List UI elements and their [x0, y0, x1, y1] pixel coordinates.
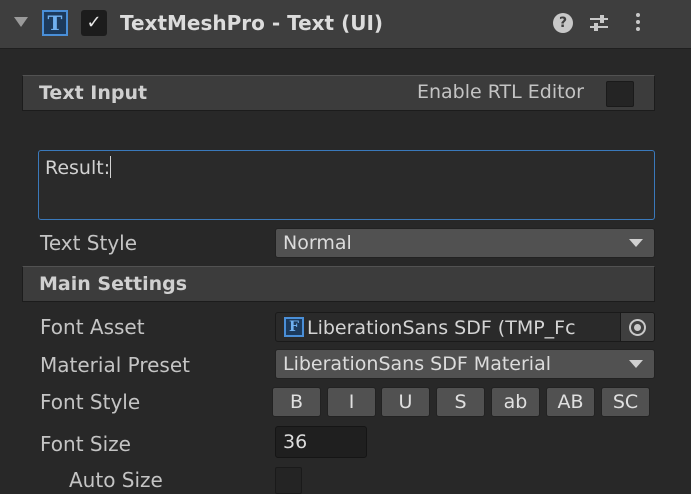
- font-style-uppercase-button[interactable]: AB: [546, 387, 595, 417]
- font-style-underline-button[interactable]: U: [381, 387, 430, 417]
- font-asset-field[interactable]: F LiberationSans SDF (TMP_Fc: [275, 312, 655, 342]
- text-style-value: Normal: [283, 232, 352, 254]
- font-asset-value: LiberationSans SDF (TMP_Fc: [307, 317, 576, 339]
- text-input-value: Result:: [45, 157, 111, 179]
- kebab-menu-icon[interactable]: [633, 11, 643, 35]
- help-icon[interactable]: ?: [553, 13, 573, 33]
- font-asset-label: Font Asset: [40, 315, 145, 339]
- font-style-buttons: B I U S ab AB SC: [272, 387, 656, 417]
- component-enabled-checkbox[interactable]: ✓: [81, 10, 107, 36]
- dropdown-arrow-icon: [629, 239, 643, 247]
- text-input-area[interactable]: Result:: [38, 150, 655, 220]
- component-title: TextMeshPro - Text (UI): [120, 11, 384, 35]
- font-style-bold-button[interactable]: B: [272, 387, 321, 417]
- font-size-field[interactable]: 36: [275, 426, 367, 458]
- dropdown-arrow-icon: [629, 360, 643, 368]
- main-settings-section[interactable]: Main Settings: [22, 266, 655, 302]
- text-style-label: Text Style: [40, 231, 138, 255]
- foldout-arrow-icon[interactable]: [14, 17, 28, 27]
- material-preset-dropdown[interactable]: LiberationSans SDF Material: [275, 349, 655, 379]
- font-style-smallcaps-button[interactable]: SC: [601, 387, 650, 417]
- enable-rtl-editor-label: Enable RTL Editor: [416, 81, 584, 103]
- text-input-section-title: Text Input: [39, 82, 148, 104]
- font-size-label: Font Size: [40, 432, 131, 456]
- font-style-label: Font Style: [40, 390, 141, 414]
- material-preset-value: LiberationSans SDF Material: [283, 353, 551, 375]
- text-style-dropdown[interactable]: Normal: [275, 228, 655, 258]
- auto-size-label: Auto Size: [69, 468, 163, 492]
- font-asset-icon: F: [284, 317, 304, 337]
- main-settings-section-title: Main Settings: [39, 273, 188, 295]
- object-picker-icon[interactable]: [620, 313, 654, 341]
- enable-rtl-editor-toggle[interactable]: [606, 81, 634, 107]
- text-caret: [110, 156, 112, 178]
- textmeshpro-icon: T: [42, 10, 68, 36]
- font-style-italic-button[interactable]: I: [327, 387, 376, 417]
- presets-icon[interactable]: [588, 12, 610, 34]
- component-header: T ✓ TextMeshPro - Text (UI) ?: [0, 0, 691, 49]
- font-style-strikethrough-button[interactable]: S: [436, 387, 485, 417]
- text-input-section[interactable]: Text Input Enable RTL Editor: [22, 75, 655, 111]
- font-style-lowercase-button[interactable]: ab: [491, 387, 540, 417]
- material-preset-label: Material Preset: [40, 353, 190, 377]
